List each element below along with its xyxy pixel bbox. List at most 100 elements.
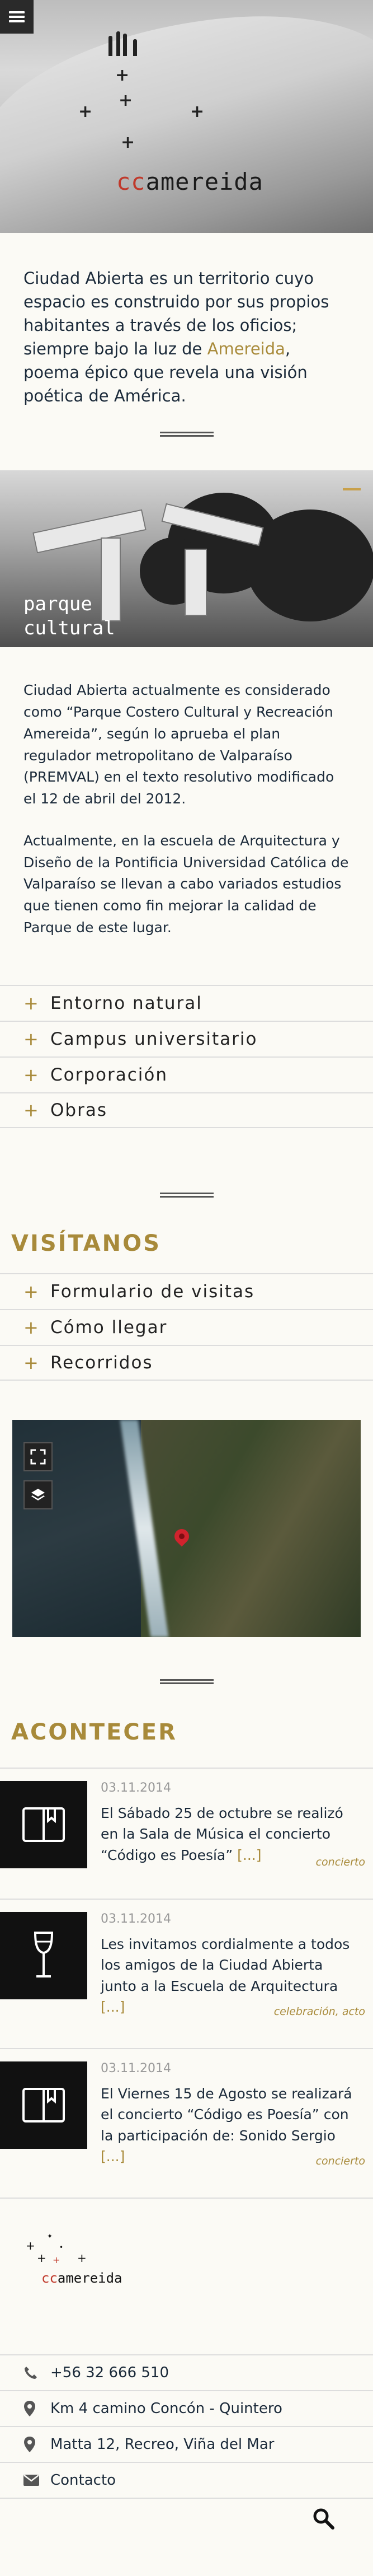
event-item[interactable]: 03.11.2014 El Sábado 25 de octubre se re… — [0, 1767, 373, 1877]
section-divider — [159, 1679, 214, 1684]
event-text-body: Les invitamos cordialmente a todos los a… — [101, 1935, 350, 1994]
visitanos-accordion: + Formulario de visitas + Cómo llegar + Rec… — [0, 1273, 373, 1381]
sculpture — [32, 509, 147, 554]
banner-dash — [343, 488, 361, 491]
parque-paragraph-1: Ciudad Abierta actualmente es considerad… — [23, 682, 334, 807]
footer-logo[interactable]: + ✦ • + + + ccamereida — [0, 2232, 373, 2294]
accordion-label: Formulario de visitas — [50, 1281, 255, 1302]
read-more-link[interactable]: [...] — [101, 2148, 125, 2164]
amereida-link[interactable]: Amereida — [207, 339, 285, 358]
read-more-link[interactable]: [...] — [101, 1999, 125, 2015]
accordion-label: Entorno natural — [50, 993, 202, 1013]
event-date: 03.11.2014 — [101, 1780, 171, 1795]
location-pin-icon — [23, 2436, 50, 2453]
footer-address-1[interactable]: Km 4 camino Concón - Quintero — [0, 2390, 373, 2426]
hero-figures — [106, 22, 157, 56]
logo-cc: cc — [116, 168, 146, 195]
section-divider — [159, 1192, 214, 1198]
star-mark: ✦ — [47, 2232, 53, 2240]
address-text: Km 4 camino Concón - Quintero — [50, 2400, 282, 2417]
fullscreen-icon — [30, 1449, 46, 1465]
accordion-item-campus[interactable]: + Campus universitario — [0, 1020, 373, 1056]
hero-dune-image — [0, 1, 373, 233]
plus-icon: + — [23, 1064, 39, 1086]
footer-logo-text: ccamereida — [41, 2270, 122, 2286]
site-logo[interactable]: ccamereida — [116, 168, 263, 195]
event-item[interactable]: 03.11.2014 El Viernes 15 de Agosto se re… — [0, 2047, 373, 2176]
footer-phone[interactable]: +56 32 666 510 — [0, 2354, 373, 2390]
wine-glass-icon — [0, 1911, 87, 1999]
layers-button[interactable] — [23, 1480, 53, 1509]
logo-amereida: amereida — [145, 168, 263, 195]
accordion-item-corporacion[interactable]: + Corporación — [0, 1056, 373, 1092]
hero-banner: + + + + + ccamereida — [0, 0, 373, 233]
read-more-link[interactable]: [...] — [237, 1847, 261, 1863]
site-footer: + ✦ • + + + ccamereida +56 32 666 510 Km… — [0, 2197, 373, 2546]
footer-address-2[interactable]: Matta 12, Recreo, Viña del Mar — [0, 2425, 373, 2462]
acontecer-heading: ACONTECER — [11, 1719, 177, 1745]
parque-accordion: + Entorno natural + Campus universitario +… — [0, 984, 373, 1128]
event-text-body: El Sábado 25 de octubre se realizó en la… — [101, 1804, 343, 1863]
accordion-label: Recorridos — [50, 1352, 153, 1373]
footer-logo-amereida: amereida — [57, 2270, 122, 2286]
plus-icon: + — [23, 1099, 39, 1121]
cross-mark: + — [115, 66, 130, 85]
cross-mark: + — [190, 102, 205, 121]
intro-text: Ciudad Abierta es un territorio cuyo esp… — [23, 267, 351, 408]
star-mark: + — [37, 2251, 46, 2265]
cross-mark: + — [119, 91, 133, 110]
accordion-label: Obras — [50, 1100, 107, 1120]
parque-paragraph-2: Actualmente, en la escuela de Arquitectu… — [23, 832, 349, 936]
star-mark: + — [26, 2238, 35, 2252]
accordion-item-obras[interactable]: + Obras — [0, 1092, 373, 1128]
map-land — [141, 1419, 361, 1637]
parque-cultural-banner: parque cultural — [0, 470, 373, 648]
book-icon — [0, 2061, 87, 2149]
address-text: Matta 12, Recreo, Viña del Mar — [50, 2435, 275, 2453]
search-icon[interactable] — [313, 2508, 335, 2532]
plus-icon: + — [23, 1316, 39, 1338]
phone-text: +56 32 666 510 — [50, 2364, 169, 2381]
event-tag[interactable]: concierto — [316, 1856, 373, 1868]
sculpture — [185, 549, 207, 616]
accordion-item-como-llegar[interactable]: + Cómo llegar — [0, 1308, 373, 1345]
accordion-label: Campus universitario — [50, 1028, 258, 1049]
menu-button[interactable] — [0, 0, 34, 34]
event-tag[interactable]: concierto — [316, 2155, 373, 2167]
book-icon — [0, 1780, 87, 1868]
section-divider — [159, 432, 214, 437]
accordion-item-formulario[interactable]: + Formulario de visitas — [0, 1273, 373, 1309]
footer-contact-list: +56 32 666 510 Km 4 camino Concón - Quin… — [0, 2354, 373, 2498]
event-tag[interactable]: celebración, acto — [274, 2005, 373, 2018]
event-date: 03.11.2014 — [101, 2061, 171, 2075]
event-text-body: El Viernes 15 de Agosto se realizará el … — [101, 2085, 352, 2144]
layers-icon — [31, 1488, 45, 1500]
parque-title: parque cultural — [23, 592, 115, 640]
parque-title-line1: parque — [23, 593, 92, 616]
visitanos-heading: VISÍTANOS — [11, 1230, 161, 1256]
accordion-item-entorno-natural[interactable]: + Entorno natural — [0, 984, 373, 1021]
star-mark: + — [77, 2251, 87, 2265]
cross-mark: + — [121, 133, 135, 152]
event-date: 03.11.2014 — [101, 1911, 171, 1926]
location-map[interactable] — [12, 1419, 361, 1637]
parque-description: Ciudad Abierta actualmente es considerad… — [0, 647, 373, 970]
contact-text: Contacto — [50, 2471, 116, 2489]
footer-logo-cc: cc — [41, 2270, 58, 2286]
plus-icon: + — [23, 1280, 39, 1302]
footer-search-bar — [0, 2497, 373, 2539]
fullscreen-button[interactable] — [23, 1442, 53, 1471]
intro-section: Ciudad Abierta es un territorio cuyo esp… — [0, 233, 373, 430]
footer-contact-link[interactable]: Contacto — [0, 2461, 373, 2498]
accordion-label: Cómo llegar — [50, 1317, 168, 1338]
cross-mark: + — [78, 102, 93, 121]
star-mark: + — [53, 2254, 60, 2265]
plus-icon: + — [23, 1352, 39, 1373]
event-item[interactable]: 03.11.2014 Les invitamos cordialmente a … — [0, 1898, 373, 2027]
location-pin-icon — [23, 2400, 50, 2417]
star-mark: • — [59, 2243, 64, 2251]
plus-icon: + — [23, 1028, 39, 1050]
accordion-label: Corporación — [50, 1064, 168, 1085]
plus-icon: + — [23, 992, 39, 1014]
accordion-item-recorridos[interactable]: + Recorridos — [0, 1344, 373, 1381]
